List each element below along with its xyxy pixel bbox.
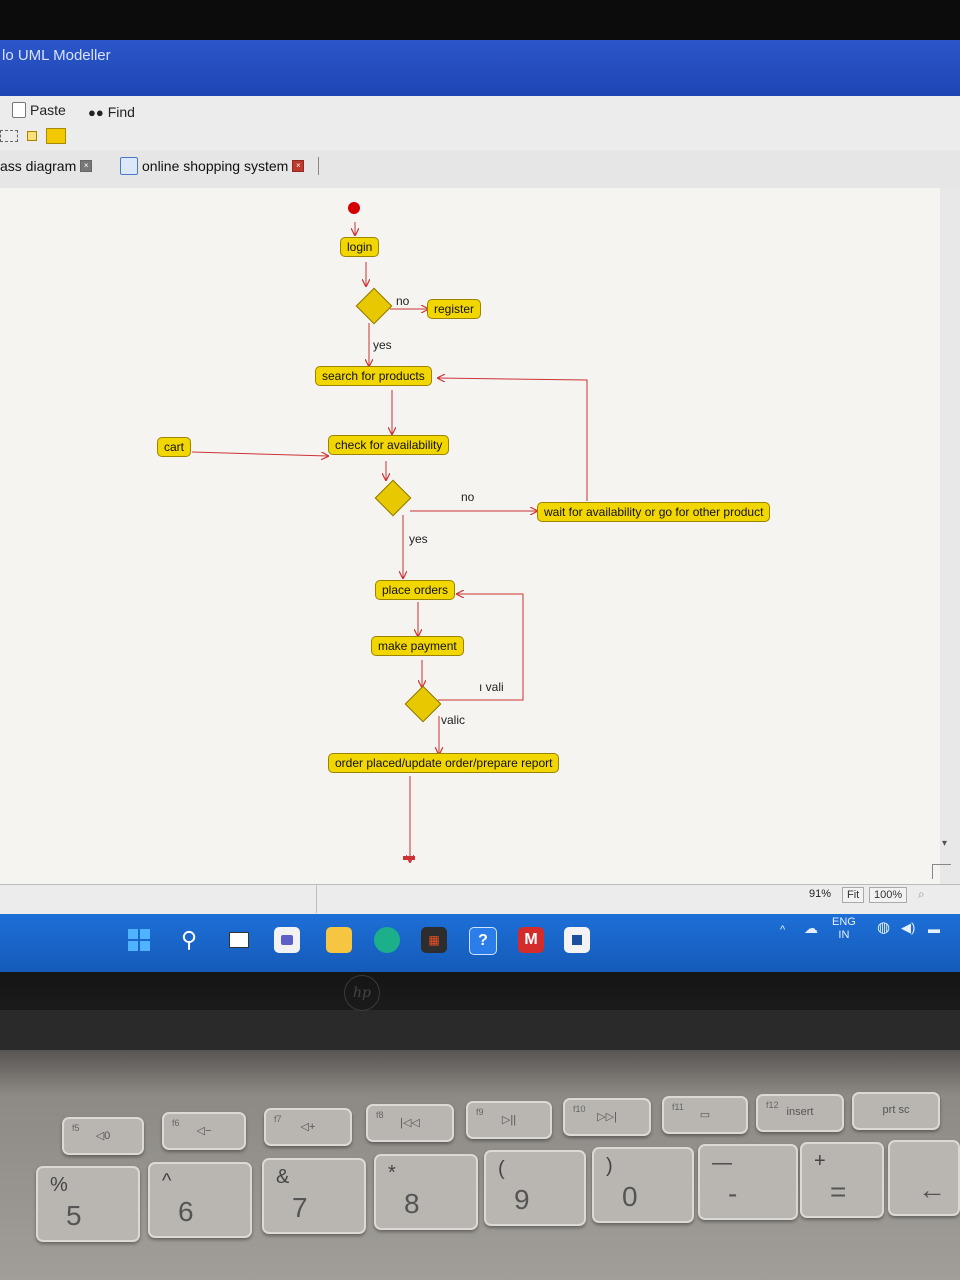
key-f11[interactable]: f11 ▭ (662, 1096, 748, 1134)
action-cart[interactable]: cart (157, 437, 192, 457)
diagram-connectors (191, 222, 588, 884)
paste-label: Paste (30, 102, 66, 118)
guard-no: no (461, 490, 475, 504)
hp-logo: hp (344, 975, 380, 1011)
flow-wait-search (438, 378, 588, 501)
diagram-canvas[interactable]: login no register yes search for product… (0, 188, 940, 884)
zoom-level: 91% (809, 888, 832, 900)
key-5[interactable]: % 5 (36, 1166, 140, 1242)
volume-icon[interactable]: ◀) (901, 921, 915, 934)
close-icon[interactable]: × (80, 160, 93, 172)
cloud-sync-icon[interactable]: ☁ (804, 921, 818, 935)
laptop-hinge (0, 1010, 960, 1050)
action-check-for-availability[interactable]: check for availability (328, 435, 450, 455)
help-icon[interactable]: ? (469, 927, 497, 955)
key-minus[interactable]: — - (698, 1144, 798, 1220)
network-icon[interactable]: ◍ (877, 920, 890, 935)
key-8[interactable]: * 8 (374, 1154, 478, 1230)
task-view-icon[interactable] (226, 927, 252, 953)
action-login[interactable]: login (340, 237, 380, 257)
windows-logo (128, 929, 150, 951)
key-prt-sc[interactable]: prt sc (852, 1092, 940, 1130)
search-icon[interactable]: ⚲ (176, 927, 202, 953)
scroll-down-icon[interactable]: ▾ (942, 838, 947, 849)
initial-node[interactable] (348, 202, 360, 214)
window-titlebar (0, 40, 960, 96)
battery-icon[interactable]: ▬ (928, 923, 940, 936)
zoom-fit-button[interactable]: Fit (842, 887, 865, 903)
key-6[interactable]: ^ 6 (148, 1162, 252, 1238)
note-tool-icon[interactable] (46, 128, 66, 144)
class-tool-icon[interactable] (27, 131, 37, 141)
status-field (316, 885, 797, 913)
action-register[interactable]: register (427, 299, 482, 319)
flow-cart-check (191, 451, 328, 456)
close-icon[interactable]: × (292, 160, 305, 172)
find-label: Find (107, 104, 135, 120)
activity-diagram-icon (120, 157, 138, 175)
resize-grip-icon[interactable] (932, 864, 951, 879)
app-window-icon[interactable] (564, 927, 590, 953)
guard-valid: valic (441, 713, 466, 727)
paste-icon (12, 102, 26, 118)
status-bar: 91% Fit 100% ⌕ (0, 884, 960, 915)
key-f6[interactable]: f6 ◁− (162, 1112, 246, 1150)
tab-online-shopping-system[interactable]: online shopping system × (120, 157, 320, 175)
action-place-orders[interactable]: place orders (375, 580, 456, 600)
key-9[interactable]: ( 9 (484, 1150, 586, 1226)
action-search-for-products[interactable]: search for products (315, 366, 432, 386)
mcafee-icon[interactable]: M (518, 927, 544, 953)
tab-label: ass diagram (0, 158, 77, 174)
file-explorer-icon[interactable] (326, 927, 352, 953)
guard-no: no (396, 294, 410, 308)
key-insert[interactable]: f12 insert (756, 1094, 844, 1132)
key-f8[interactable]: f8 |◁◁ (366, 1104, 454, 1142)
teams-chat-icon[interactable] (274, 927, 300, 953)
key-f5[interactable]: f5 ◁0 (62, 1117, 144, 1155)
tab-label: online shopping system (142, 158, 289, 174)
guard-invalid: ı vali (479, 680, 504, 694)
zoom-out-icon[interactable]: ⌕ (918, 887, 925, 902)
key-equals[interactable]: + = (800, 1142, 884, 1218)
key-f10[interactable]: f10 ▷▷| (563, 1098, 651, 1136)
vertical-scrollbar[interactable]: ▾ (932, 188, 960, 884)
key-0[interactable]: ) 0 (592, 1147, 694, 1223)
action-wait-for-availability[interactable]: wait for availability or go for other pr… (537, 502, 771, 522)
key-backspace[interactable]: ← (888, 1140, 960, 1216)
binoculars-icon: ●● (88, 104, 104, 120)
windows-taskbar: ⚲ ▦ ? M ^ ☁ ENG IN ◍ ◀) ▬ (0, 914, 960, 972)
paste-button[interactable]: Paste (12, 102, 66, 118)
region-code: IN (838, 929, 850, 941)
key-f7[interactable]: f7 ◁+ (264, 1108, 352, 1146)
zoom-100-button[interactable]: 100% (869, 887, 908, 903)
toolbar: Paste ●● Find (0, 96, 960, 151)
tab-class-diagram[interactable]: ass diagram × (0, 158, 93, 174)
final-node[interactable] (403, 856, 415, 860)
window-title: lo UML Modeller (2, 47, 111, 64)
select-tool-icon[interactable] (0, 130, 18, 142)
chevron-up-icon[interactable]: ^ (780, 924, 785, 937)
key-7[interactable]: & 7 (262, 1158, 366, 1234)
guard-yes: yes (409, 532, 428, 546)
key-f9[interactable]: f9 ▷|| (466, 1101, 552, 1139)
language-code: ENG (832, 916, 856, 928)
microsoft-store-icon[interactable]: ▦ (421, 927, 447, 953)
language-indicator[interactable]: ENG IN (832, 916, 856, 942)
start-windows-icon[interactable] (126, 927, 152, 953)
action-make-payment[interactable]: make payment (371, 636, 464, 656)
guard-yes: yes (373, 338, 392, 352)
find-button[interactable]: ●● Find (88, 104, 135, 120)
action-order-placed-report[interactable]: order placed/update order/prepare report (328, 753, 560, 773)
diagram-tabbar: ass diagram × online shopping system × (0, 150, 960, 189)
edge-browser-icon[interactable] (374, 927, 400, 953)
screen-bezel (0, 0, 960, 40)
